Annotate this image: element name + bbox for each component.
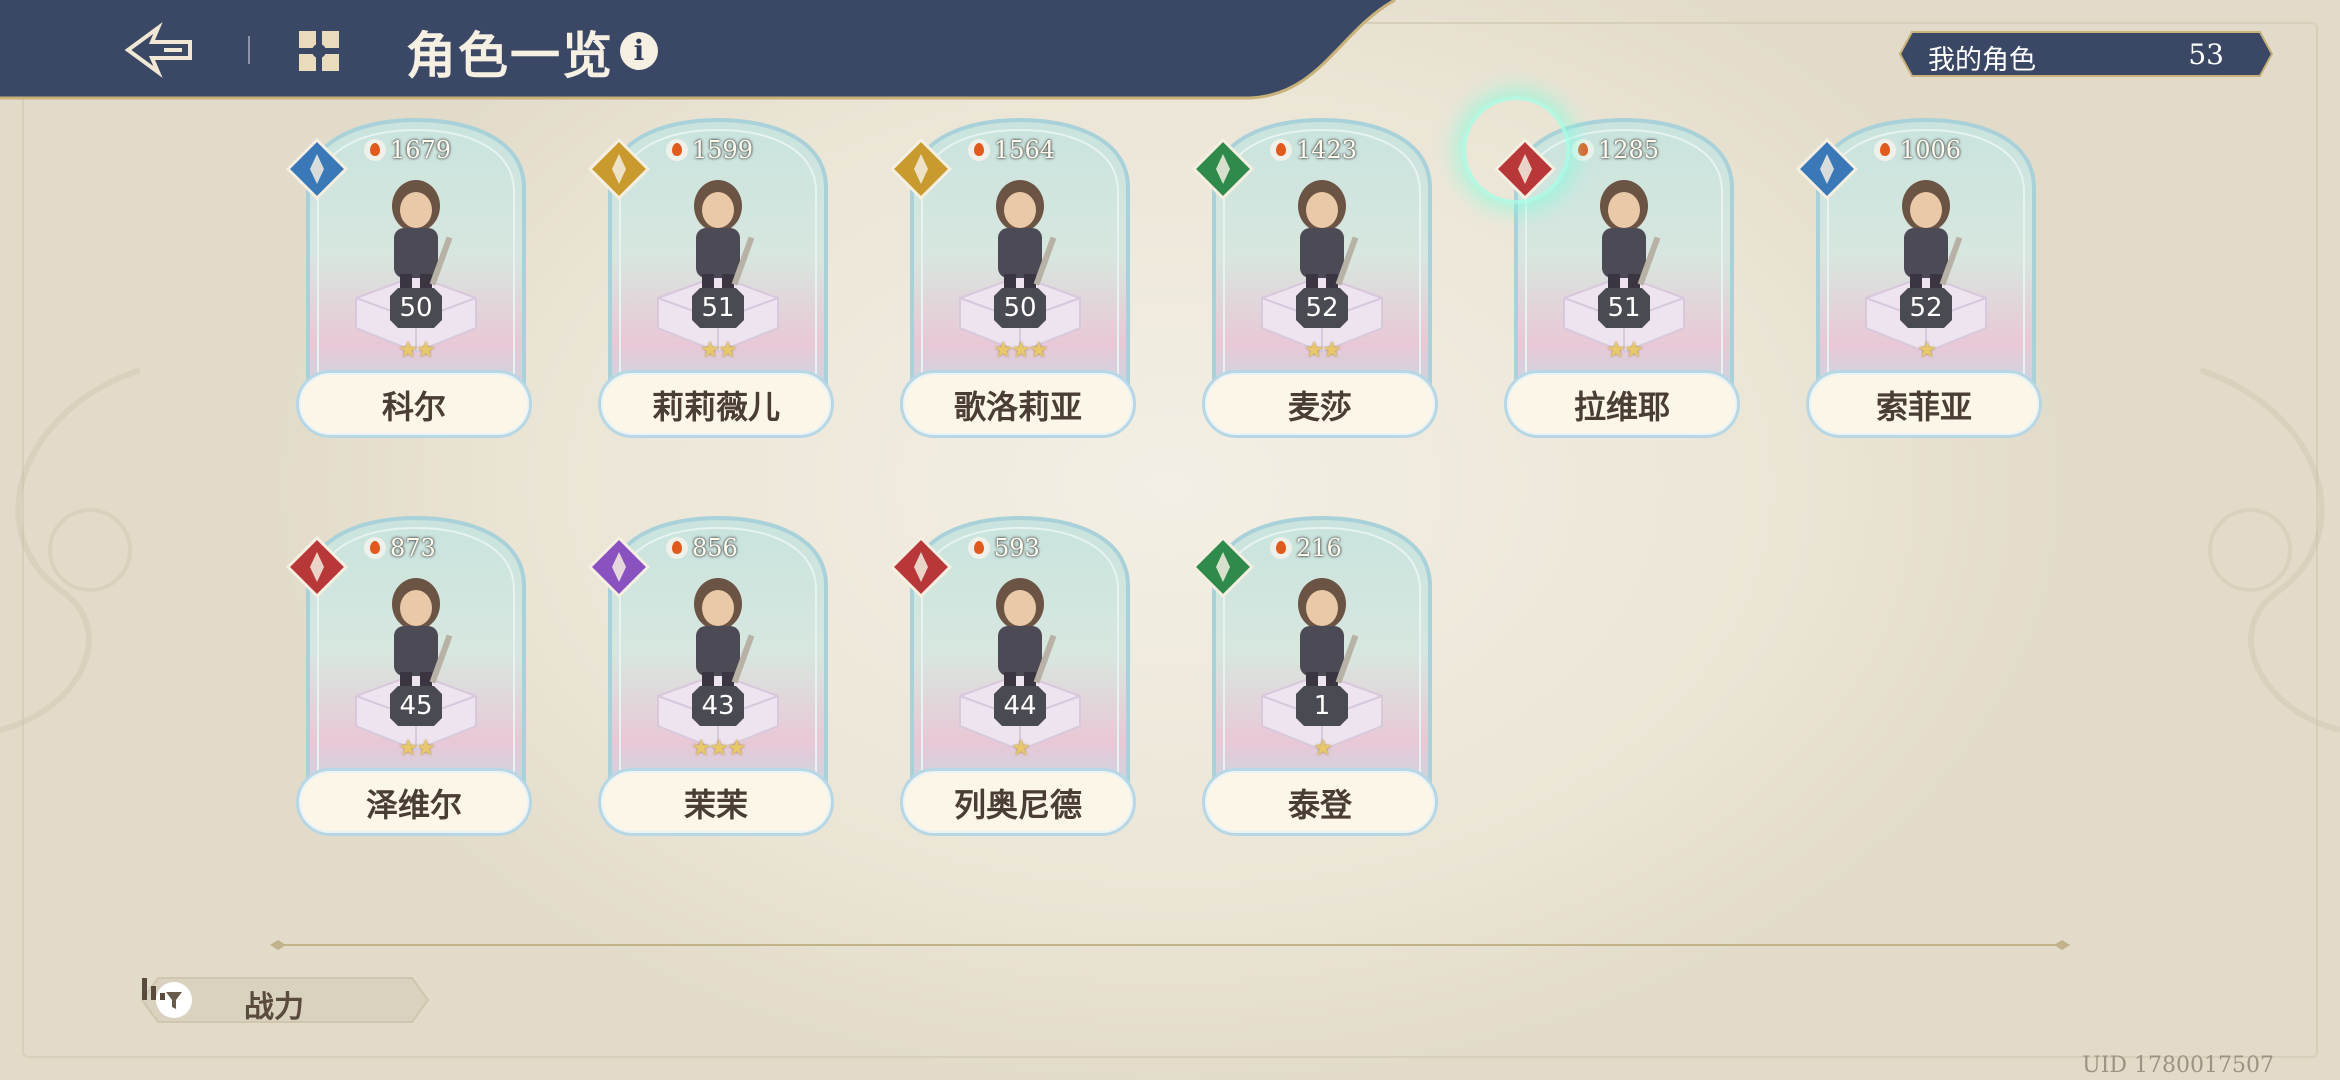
character-name: 泽维尔 <box>365 786 462 824</box>
fire-icon <box>968 139 990 161</box>
back-button[interactable] <box>120 20 200 80</box>
element-icon <box>588 138 650 200</box>
star-rating: ★★★ <box>993 338 1048 363</box>
power-number: 593 <box>994 534 1040 562</box>
character-name: 歌洛莉亚 <box>953 388 1082 426</box>
fire-icon <box>364 537 386 559</box>
bottom-divider <box>270 940 2070 950</box>
player-uid: UID 1780017507 <box>2082 1053 2274 1078</box>
character-card[interactable]: 1564 50 ★★★ 歌洛莉亚 <box>890 118 1140 458</box>
star-rating: ★ <box>1313 736 1333 761</box>
power-value: 216 <box>1270 534 1342 562</box>
element-icon <box>1494 138 1556 200</box>
power-number: 1599 <box>692 136 754 164</box>
character-name: 列奥尼德 <box>953 786 1082 824</box>
star-rating: ★ <box>1917 338 1937 363</box>
element-icon <box>286 138 348 200</box>
fire-icon <box>1270 537 1292 559</box>
star-rating: ★★ <box>1304 338 1341 363</box>
power-number: 1564 <box>994 136 1056 164</box>
power-number: 1679 <box>390 136 452 164</box>
element-icon <box>1796 138 1858 200</box>
character-name: 茉茉 <box>683 786 748 824</box>
element-icon <box>1192 536 1254 598</box>
element-icon <box>286 536 348 598</box>
power-number: 1423 <box>1296 136 1358 164</box>
character-name: 麦莎 <box>1287 388 1352 426</box>
level-number: 51 <box>701 293 735 323</box>
character-name: 索菲亚 <box>1875 388 1972 426</box>
power-value: 1285 <box>1572 136 1659 164</box>
level-number: 51 <box>1607 293 1641 323</box>
grid-icon <box>299 31 339 71</box>
left-ornament <box>0 367 141 733</box>
level-number: 50 <box>399 293 433 323</box>
power-value: 1423 <box>1270 136 1357 164</box>
level-number: 52 <box>1305 293 1339 323</box>
character-name: 拉维耶 <box>1573 388 1670 426</box>
character-name: 科尔 <box>381 388 446 426</box>
power-number: 856 <box>692 534 738 562</box>
character-card[interactable]: 873 45 ★★ 泽维尔 <box>286 516 536 856</box>
element-icon <box>890 536 952 598</box>
power-number: 1285 <box>1598 136 1660 164</box>
level-number: 52 <box>1909 293 1943 323</box>
character-card[interactable]: 593 44 ★ 列奥尼德 <box>890 516 1140 856</box>
level-number: 43 <box>701 691 735 721</box>
owned-label: 我的角色 <box>1928 45 2036 76</box>
owned-count: 53 <box>2188 38 2224 71</box>
character-card[interactable]: 1679 50 ★★ 科尔 <box>286 118 536 458</box>
power-value: 873 <box>364 534 436 562</box>
star-rating: ★ <box>1011 736 1031 761</box>
power-value: 593 <box>968 534 1040 562</box>
view-toggle-button[interactable] <box>296 28 342 74</box>
star-rating: ★★ <box>398 338 435 363</box>
level-number: 50 <box>1003 293 1037 323</box>
sort-label: 战力 <box>244 990 304 1025</box>
fire-icon <box>1572 139 1594 161</box>
character-card[interactable]: 1285 51 ★★ 拉维耶 <box>1494 118 1744 458</box>
character-card[interactable]: 216 1 ★ 泰登 <box>1192 516 1442 856</box>
element-icon <box>588 536 650 598</box>
power-value: 1564 <box>968 136 1055 164</box>
sort-bars-icon <box>142 978 165 1000</box>
back-arrow-icon <box>124 22 192 78</box>
info-icon[interactable]: i <box>620 32 658 70</box>
character-card[interactable]: 1006 52 ★ 索菲亚 <box>1796 118 2046 458</box>
header-bar: 角色一览 i <box>0 0 1400 100</box>
element-icon <box>890 138 952 200</box>
fire-icon <box>666 537 688 559</box>
star-rating: ★★★ <box>691 736 746 761</box>
page-title: 角色一览 <box>406 26 614 85</box>
power-value: 1679 <box>364 136 451 164</box>
character-name: 莉莉薇儿 <box>651 388 780 426</box>
header-divider <box>248 36 250 64</box>
power-number: 873 <box>390 534 436 562</box>
star-rating: ★★ <box>398 736 435 761</box>
power-value: 1599 <box>666 136 753 164</box>
level-number: 44 <box>1003 691 1037 721</box>
element-icon <box>1192 138 1254 200</box>
power-value: 856 <box>666 534 738 562</box>
character-card[interactable]: 856 43 ★★★ 茉茉 <box>588 516 838 856</box>
right-ornament <box>2199 367 2340 733</box>
star-rating: ★★ <box>1606 338 1643 363</box>
character-card[interactable]: 1599 51 ★★ 莉莉薇儿 <box>588 118 838 458</box>
fire-icon <box>666 139 688 161</box>
fire-icon <box>1270 139 1292 161</box>
character-name: 泰登 <box>1287 786 1352 824</box>
star-rating: ★★ <box>700 338 737 363</box>
power-value: 1006 <box>1874 136 1961 164</box>
level-number: 1 <box>1313 691 1331 721</box>
fire-icon <box>364 139 386 161</box>
character-card[interactable]: 1423 52 ★★ 麦莎 <box>1192 118 1442 458</box>
power-number: 216 <box>1296 534 1342 562</box>
power-number: 1006 <box>1900 136 1962 164</box>
level-number: 45 <box>399 691 433 721</box>
fire-icon <box>968 537 990 559</box>
owned-characters-counter: 我的角色 53 <box>1898 30 2274 78</box>
fire-icon <box>1874 139 1896 161</box>
sort-power-button[interactable]: 战力 <box>140 976 430 1025</box>
